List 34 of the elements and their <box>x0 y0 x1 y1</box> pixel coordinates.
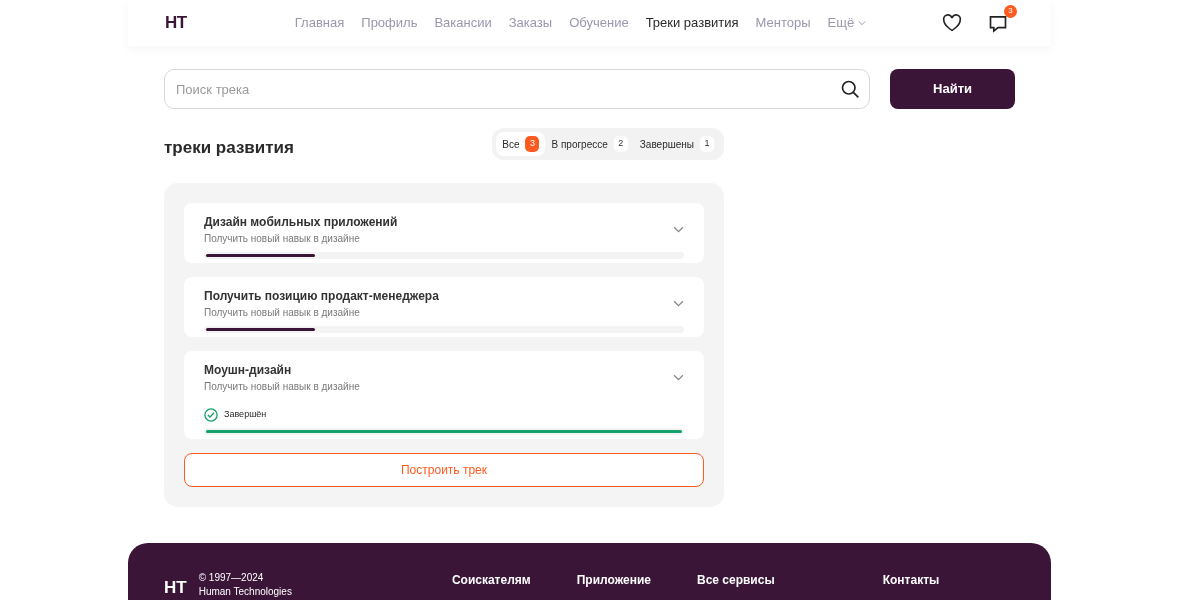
track-subtitle: Получить новый навык в дизайне <box>204 231 361 246</box>
track-subtitle: Получить новый навык в дизайне <box>204 379 360 394</box>
search-field[interactable]: Поиск трека <box>164 69 870 109</box>
logo[interactable]: HT <box>165 10 187 36</box>
notification-badge: 3 <box>1004 4 1017 18</box>
nav-link[interactable]: Треки развития <box>645 13 739 33</box>
footer-link[interactable]: Соискателям <box>451 570 531 589</box>
track-title: Дизайн мобильных приложений <box>204 213 398 231</box>
company-name: Human Technologies <box>198 584 292 599</box>
track-title: Моушн-дизайн <box>204 361 293 379</box>
search-icon <box>840 79 860 99</box>
track-subtitle: Получить новый навык в дизайне <box>204 305 361 320</box>
check-circle-icon <box>204 407 218 422</box>
track-item[interactable]: Получить позицию продакт-менеджера Получить новый навык в дизайне <box>184 276 704 337</box>
status-label: Завершён <box>224 407 267 421</box>
footer-link[interactable]: Контакты <box>882 570 940 589</box>
section-title: треки развития <box>164 137 294 159</box>
find-button[interactable]: Найти <box>890 69 1015 109</box>
copyright-text: © 1997—2024 <box>198 570 265 585</box>
filter-tab[interactable]: В прогрессе 2 <box>545 132 634 156</box>
chevron-down-icon <box>673 373 684 381</box>
filter-tab[interactable]: Все 3 <box>496 132 546 156</box>
footer-link[interactable]: Приложение <box>576 570 651 589</box>
chevron-down-icon <box>858 20 867 26</box>
track-item[interactable]: Дизайн мобильных приложений Получить новый навык в дизайне <box>184 202 704 263</box>
chevron-down-icon <box>673 225 684 233</box>
track-title: Получить позицию продакт-менеджера <box>204 287 439 305</box>
chevron-down-icon <box>673 299 684 307</box>
footer-logo[interactable]: HT <box>164 574 187 600</box>
footer-link[interactable]: Все сервисы <box>696 570 775 589</box>
filter-tab[interactable]: Завершены 1 <box>633 132 720 156</box>
track-item[interactable]: Моушн-дизайн Получить новый навык в дизайне Завершён <box>184 350 704 439</box>
chat-icon[interactable] <box>988 13 1008 33</box>
heart-icon[interactable] <box>942 14 962 32</box>
